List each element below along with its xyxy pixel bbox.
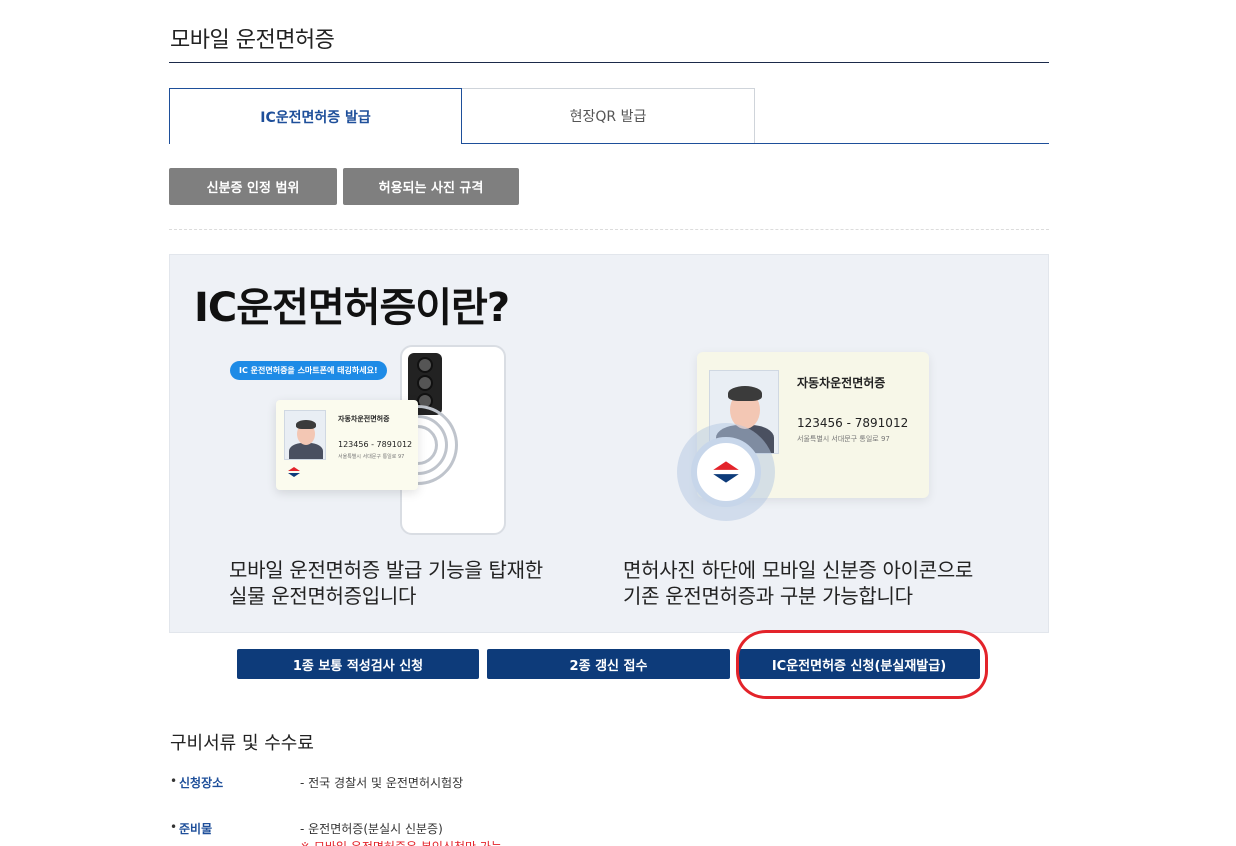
card-number: 123456 - 7891012 xyxy=(797,416,909,430)
caption-left-line: 모바일 운전면허증 발급 기능을 탑재한 xyxy=(229,558,543,582)
ic-license-reissue-button[interactable]: IC운전면허증 신청(분실재발급) xyxy=(738,649,980,679)
card-number: 123456 - 7891012 xyxy=(338,440,413,449)
title-divider xyxy=(169,62,1049,63)
section-divider xyxy=(169,229,1049,230)
mobile-id-badge xyxy=(677,423,775,521)
document-row-value: - 운전면허증(분실시 신분증) xyxy=(300,822,443,836)
caption-left-line: 실물 운전면허증입니다 xyxy=(229,584,417,608)
mobile-id-icon xyxy=(713,461,739,483)
caption-right-line: 기존 운전면허증과 구분 가능합니다 xyxy=(623,584,913,608)
bullet: • xyxy=(170,820,178,834)
id-scope-button[interactable]: 신분증 인정 범위 xyxy=(169,168,337,205)
tag-hint-bubble: IC 운전면허증을 스마트폰에 태깅하세요! xyxy=(230,361,387,380)
page-title: 모바일 운전면허증 xyxy=(170,28,335,53)
class1-aptitude-test-button[interactable]: 1종 보통 적성검사 신청 xyxy=(237,649,479,679)
card-title: 자동차운전면허증 xyxy=(797,376,886,390)
bullet: • xyxy=(170,774,178,788)
class2-renewal-button[interactable]: 2종 갱신 접수 xyxy=(487,649,730,679)
documents-section-title: 구비서류 및 수수료 xyxy=(170,733,314,754)
caption-right-line: 면허사진 하단에 모바일 신분증 아이콘으로 xyxy=(623,558,974,582)
photo-spec-button[interactable]: 허용되는 사진 규격 xyxy=(343,168,519,205)
document-row-label: 신청장소 xyxy=(179,776,224,790)
card-title: 자동차운전면허증 xyxy=(338,415,390,423)
tab-bar: IC운전면허증 발급 현장QR 발급 xyxy=(169,88,1049,144)
caption-right: 면허사진 하단에 모바일 신분증 아이콘으로 기존 운전면허증과 구분 가능합니… xyxy=(623,557,973,609)
document-row-value: - 전국 경찰서 및 운전면허시험장 xyxy=(300,776,464,790)
card-address: 서울특별시 서대문구 통일로 97 xyxy=(338,454,405,460)
caption-left: 모바일 운전면허증 발급 기능을 탑재한 실물 운전면허증입니다 xyxy=(229,557,543,609)
tab-onsite-qr[interactable]: 현장QR 발급 xyxy=(461,88,755,143)
license-photo xyxy=(284,410,326,460)
info-panel: IC운전면허증이란? IC 운전면허증을 스마트폰에 태깅하세요! 자동차운전면… xyxy=(169,254,1049,633)
camera-lens xyxy=(417,375,433,391)
tab-ic-license[interactable]: IC운전면허증 발급 xyxy=(169,88,462,144)
info-heading: IC운전면허증이란? xyxy=(194,285,510,331)
document-note: ※ 모바일 운전면허증은 본인신청만 가능 xyxy=(300,838,502,846)
camera-lens xyxy=(417,357,433,373)
mobile-id-icon xyxy=(286,464,302,483)
license-card-small: 자동차운전면허증 123456 - 7891012 서울특별시 서대문구 통일로… xyxy=(276,400,418,490)
card-address: 서울특별시 서대문구 통일로 97 xyxy=(797,435,890,443)
document-row-label: 준비물 xyxy=(179,822,213,836)
